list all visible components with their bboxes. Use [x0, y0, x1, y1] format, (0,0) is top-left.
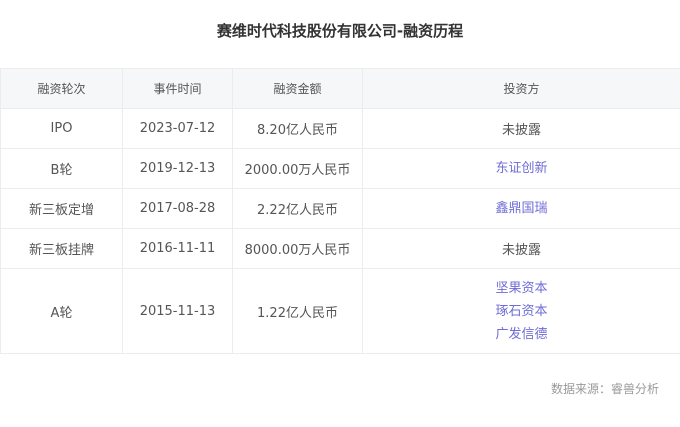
- amount-cell: 2.22亿人民币: [232, 188, 363, 229]
- table-row: A轮 2015-11-13 1.22亿人民币 坚果资本 琢石资本 广发信德: [0, 268, 680, 354]
- investor-link[interactable]: 琢石资本: [363, 300, 680, 323]
- date-cell: 2015-11-13: [122, 268, 233, 354]
- amount-cell: 8000.00万人民币: [232, 228, 363, 269]
- round-cell: B轮: [0, 148, 123, 189]
- table-row: 新三板定增 2017-08-28 2.22亿人民币 鑫鼎国瑞: [0, 188, 680, 229]
- table-row: IPO 2023-07-12 8.20亿人民币 未披露: [0, 108, 680, 149]
- financing-history-table-container: 融资轮次 事件时间 融资金额 投资方 IPO 2023-07-12 8.20亿人…: [0, 68, 680, 354]
- investor-link[interactable]: 广发信德: [363, 323, 680, 346]
- header-investors: 投资方: [362, 68, 680, 109]
- investor-link[interactable]: 坚果资本: [363, 277, 680, 300]
- date-cell: 2016-11-11: [122, 228, 233, 269]
- round-cell: 新三板定增: [0, 188, 123, 229]
- investors-cell: 未披露: [362, 228, 680, 269]
- date-cell: 2023-07-12: [122, 108, 233, 149]
- round-cell: 新三板挂牌: [0, 228, 123, 269]
- amount-cell: 1.22亿人民币: [232, 268, 363, 354]
- page-title: 赛维时代科技股份有限公司-融资历程: [216, 22, 464, 40]
- header-round: 融资轮次: [0, 68, 123, 109]
- investors-cell: 未披露: [362, 108, 680, 149]
- header-date: 事件时间: [122, 68, 233, 109]
- investor-link[interactable]: 鑫鼎国瑞: [363, 197, 680, 220]
- investor-undisclosed: 未披露: [501, 123, 541, 138]
- date-cell: 2019-12-13: [122, 148, 233, 189]
- table-row: B轮 2019-12-13 2000.00万人民币 东证创新: [0, 148, 680, 189]
- financing-history-table: 融资轮次 事件时间 融资金额 投资方 IPO 2023-07-12 8.20亿人…: [0, 68, 680, 354]
- date-cell: 2017-08-28: [122, 188, 233, 229]
- investor-link[interactable]: 东证创新: [363, 157, 680, 180]
- investor-undisclosed: 未披露: [501, 243, 541, 258]
- round-cell: A轮: [0, 268, 123, 354]
- round-cell: IPO: [0, 108, 123, 149]
- header-amount: 融资金额: [232, 68, 363, 109]
- investors-cell: 东证创新: [362, 148, 680, 189]
- investors-cell: 坚果资本 琢石资本 广发信德: [362, 268, 680, 354]
- amount-cell: 2000.00万人民币: [232, 148, 363, 189]
- amount-cell: 8.20亿人民币: [232, 108, 363, 149]
- table-row: 新三板挂牌 2016-11-11 8000.00万人民币 未披露: [0, 228, 680, 269]
- investors-cell: 鑫鼎国瑞: [362, 188, 680, 229]
- data-source-note: 数据来源：睿兽分析: [550, 382, 659, 396]
- table-header-row: 融资轮次 事件时间 融资金额 投资方: [0, 68, 680, 109]
